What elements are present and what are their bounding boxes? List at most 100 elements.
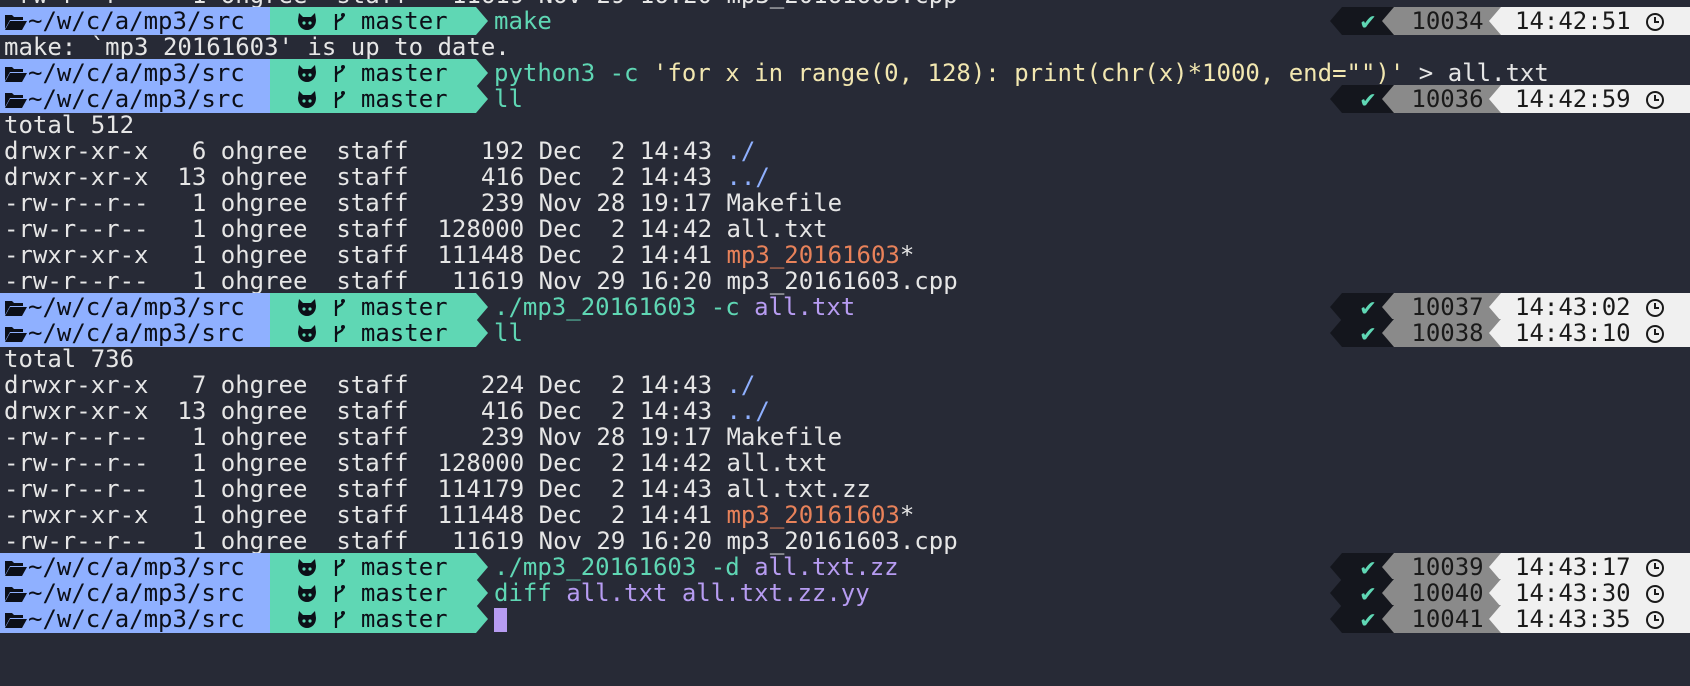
right-prompt-separator [1382,319,1394,347]
command-argument: all.txt.zz.yy [681,579,870,607]
command-text[interactable]: python3 -c 'for x in range(0, 128): prin… [494,59,1549,87]
ls-entry: -rw-r--r-- 1 ohgree staff 239 Nov 28 19:… [0,189,1690,217]
prompt-git-branch: master [346,7,448,35]
ls-entry: -rw-r--r-- 1 ohgree staff 239 Nov 28 19:… [0,423,1690,451]
ls-entry-name: Makefile [726,189,843,217]
ls-entry: drwxr-xr-x 13 ohgree staff 416 Dec 2 14:… [0,163,1690,191]
command-name: ./mp3_20161603 [494,293,697,321]
ls-entry-text: drwxr-xr-x 6 ohgree staff 192 Dec 2 14:4… [4,137,755,165]
ls-entry-suffix: * [899,501,915,529]
prompt-line: ~/w/c/a/mp3/src master ll ✔ 10036 14:42:59 [0,85,1690,113]
prompt-git-separator [476,7,488,35]
ls-entry: drwxr-xr-x 6 ohgree staff 192 Dec 2 14:4… [0,137,1690,165]
prompt-dir-path: ~/w/c/a/mp3/src [28,85,245,113]
right-prompt-separator [1382,7,1394,35]
prompt-git-segment: master [270,605,476,633]
ls-entry-meta: drwxr-xr-x 7 ohgree staff 224 Dec 2 14:4… [4,371,727,399]
command-text[interactable]: diff all.txt all.txt.zz.yy [494,579,870,607]
right-prompt-separator [1330,579,1342,607]
timestamp: 14:42:51 [1501,7,1690,35]
clock-icon [1646,13,1665,31]
prompt-line: ~/w/c/a/mp3/src master ./mp3_20161603 -d … [0,553,1690,581]
timestamp-text: 14:43:35 [1515,605,1646,633]
prompt-line: ~/w/c/a/mp3/src master ll ✔ 10038 14:43:10 [0,319,1690,347]
command-flag: -d [710,553,740,581]
ls-entry-name: mp3_20161603.cpp [726,527,958,555]
right-prompt-separator [1330,85,1342,113]
prompt-dir-segment: ~/w/c/a/mp3/src [0,319,270,347]
prompt-dir-path: ~/w/c/a/mp3/src [28,293,245,321]
prompt-git-segment: master [270,7,476,35]
command-text[interactable]: ll [494,319,523,347]
output-text: make: `mp3_20161603' is up to date. [4,33,510,61]
ls-entry-text: drwxr-xr-x 13 ohgree staff 416 Dec 2 14:… [4,397,770,425]
output-line: total 736 [0,345,1690,373]
prompt-line: ~/w/c/a/mp3/src master python3 -c 'for x … [0,59,1690,87]
command-flag: -c [710,293,740,321]
prompt-git-separator [476,293,488,321]
right-prompt-separator [1330,293,1342,321]
folder-open-icon [5,587,27,602]
github-octocat-icon [298,611,316,628]
check-icon: ✔ [1360,605,1376,633]
history-number: 10038 [1394,319,1501,347]
ls-entry: -rwxr-xr-x 1 ohgree staff 111448 Dec 2 1… [0,501,1690,529]
ls-entry-text: drwxr-xr-x 7 ohgree staff 224 Dec 2 14:4… [4,371,755,399]
check-icon: ✔ [1360,85,1376,113]
prompt-git-branch: master [346,579,448,607]
prompt-dir-path: ~/w/c/a/mp3/src [28,59,245,87]
git-branch-icon [335,13,346,30]
folder-open-icon [5,93,27,108]
ls-entry-text: -rw-r--r-- 1 ohgree staff 114179 Dec 2 1… [4,475,871,503]
history-number: 10034 [1394,7,1501,35]
prompt-line: ~/w/c/a/mp3/src master diff all.txt all.t… [0,579,1690,607]
command-name: ./mp3_20161603 [494,553,697,581]
timestamp-text: 14:42:59 [1515,85,1646,113]
git-branch-icon [335,559,346,576]
clock-icon [1646,559,1665,577]
prompt-git-branch: master [346,605,448,633]
right-prompt-separator [1330,319,1342,347]
ls-entry-meta: -rw-r--r-- 1 ohgree staff 11619 Nov 29 1… [4,267,727,295]
right-prompt-separator [1382,579,1394,607]
github-octocat-icon [298,559,316,576]
right-prompt: ✔ 10038 14:43:10 [1330,319,1690,347]
command-text[interactable]: ./mp3_20161603 -c all.txt [494,293,855,321]
command-argument: all.txt [754,293,856,321]
github-octocat-icon [298,13,316,30]
text-cursor [494,608,507,632]
command-text[interactable]: ./mp3_20161603 -d all.txt.zz [494,553,899,581]
prompt-dir-path: ~/w/c/a/mp3/src [28,7,245,35]
ls-entry-meta: -rw-r--r-- 1 ohgree staff 239 Nov 28 19:… [4,423,727,451]
history-number: 10036 [1394,85,1501,113]
right-prompt-separator [1489,605,1501,633]
command-text[interactable]: make [494,7,552,35]
prompt-git-separator [476,59,488,87]
ls-entry: -rw-r--r-- 1 ohgree staff 11619 Nov 29 1… [0,527,1690,555]
right-prompt-separator [1382,293,1394,321]
right-prompt-separator [1489,85,1501,113]
prompt-git-branch: master [346,553,448,581]
ls-entry-meta: -rw-r--r-- 1 ohgree staff 11619 Nov 29 1… [4,527,727,555]
prompt-dir-segment: ~/w/c/a/mp3/src [0,579,270,607]
prompt-git-segment: master [270,85,476,113]
folder-open-icon [5,301,27,316]
ls-entry-name: mp3_20161603 [726,241,900,269]
command-text[interactable]: ll [494,85,523,113]
ls-entry-name: ./ [726,137,756,165]
prompt-dir-segment: ~/w/c/a/mp3/src [0,85,270,113]
prompt-git-segment: master [270,59,476,87]
prompt-line: ~/w/c/a/mp3/src master make ✔ 10034 14:42:51 [0,7,1690,35]
command-text[interactable] [494,605,507,633]
ls-entry-text: -rw-r--r-- 1 ohgree staff 128000 Dec 2 1… [4,449,828,477]
command-argument: all.txt [566,579,668,607]
ls-entry-name: mp3_20161603 [726,501,900,529]
command-argument: all.txt [1447,59,1549,87]
timestamp: 14:43:02 [1501,293,1690,321]
timestamp-text: 14:42:51 [1515,7,1646,35]
prompt-git-segment: master [270,319,476,347]
ls-entry-name: ./ [726,371,756,399]
prompt-dir-segment: ~/w/c/a/mp3/src [0,605,270,633]
ls-entry: -rw-r--r-- 1 ohgree staff 128000 Dec 2 1… [0,215,1690,243]
timestamp-text: 14:43:17 [1515,553,1646,581]
